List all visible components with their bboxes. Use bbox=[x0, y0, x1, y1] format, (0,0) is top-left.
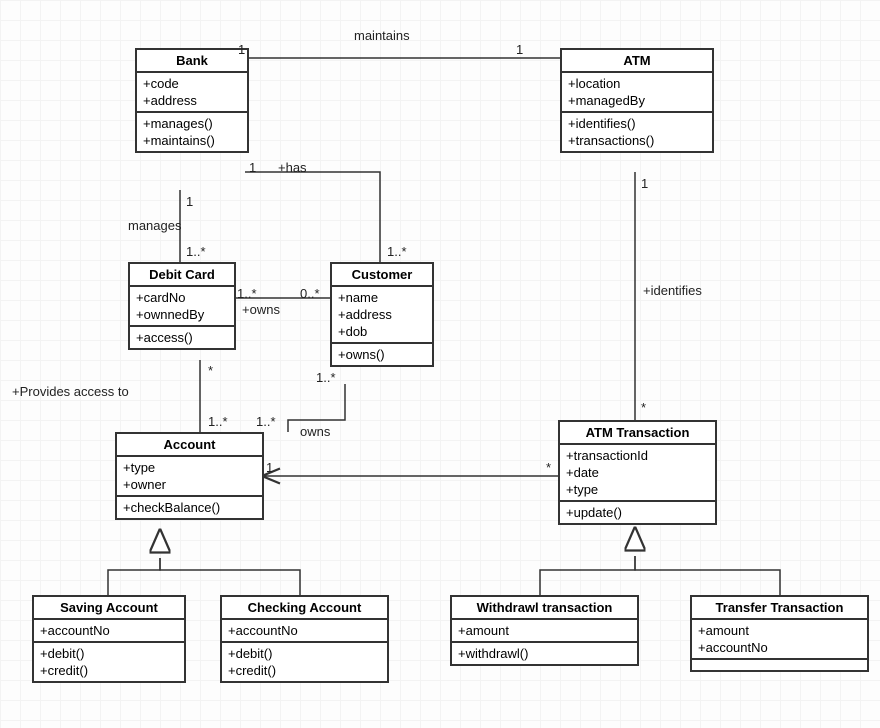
attr: +amount bbox=[698, 622, 861, 639]
multiplicity: 1..* bbox=[256, 414, 276, 429]
attr: +ownnedBy bbox=[136, 306, 228, 323]
class-customer: Customer +name +address +dob +owns() bbox=[330, 262, 434, 367]
attr: +type bbox=[566, 481, 709, 498]
attr: +cardNo bbox=[136, 289, 228, 306]
multiplicity: 1..* bbox=[208, 414, 228, 429]
operations: +access() bbox=[130, 327, 234, 348]
op: +update() bbox=[566, 504, 709, 521]
attr: +managedBy bbox=[568, 92, 706, 109]
attributes: +name +address +dob bbox=[332, 287, 432, 344]
class-withdrawl-transaction: Withdrawl transaction +amount +withdrawl… bbox=[450, 595, 639, 666]
multiplicity: 1..* bbox=[316, 370, 336, 385]
operations: +checkBalance() bbox=[117, 497, 262, 518]
multiplicity: 1..* bbox=[186, 244, 206, 259]
multiplicity: * bbox=[641, 400, 646, 415]
class-title: Bank bbox=[137, 50, 247, 73]
operations: +identifies() +transactions() bbox=[562, 113, 712, 151]
attr: +type bbox=[123, 459, 256, 476]
class-title: Debit Card bbox=[130, 264, 234, 287]
attributes: +location +managedBy bbox=[562, 73, 712, 113]
attr: +location bbox=[568, 75, 706, 92]
class-checking-account: Checking Account +accountNo +debit() +cr… bbox=[220, 595, 389, 683]
class-title: Account bbox=[117, 434, 262, 457]
class-title: ATM bbox=[562, 50, 712, 73]
class-transfer-transaction: Transfer Transaction +amount +accountNo bbox=[690, 595, 869, 672]
operations: +manages() +maintains() bbox=[137, 113, 247, 151]
class-account: Account +type +owner +checkBalance() bbox=[115, 432, 264, 520]
multiplicity: * bbox=[546, 460, 551, 475]
assoc-label: owns bbox=[300, 424, 330, 439]
op: +maintains() bbox=[143, 132, 241, 149]
op: +identifies() bbox=[568, 115, 706, 132]
op: +debit() bbox=[228, 645, 381, 662]
class-title: ATM Transaction bbox=[560, 422, 715, 445]
operations: +update() bbox=[560, 502, 715, 523]
assoc-label: +has bbox=[278, 160, 307, 175]
class-title: Transfer Transaction bbox=[692, 597, 867, 620]
attr: +name bbox=[338, 289, 426, 306]
class-title: Saving Account bbox=[34, 597, 184, 620]
attributes: +cardNo +ownnedBy bbox=[130, 287, 234, 327]
op: +manages() bbox=[143, 115, 241, 132]
multiplicity: 1..* bbox=[387, 244, 407, 259]
class-atm: ATM +location +managedBy +identifies() +… bbox=[560, 48, 714, 153]
multiplicity: 1 bbox=[516, 42, 523, 57]
multiplicity: 1 bbox=[266, 460, 273, 475]
op: +owns() bbox=[338, 346, 426, 363]
attr: +owner bbox=[123, 476, 256, 493]
op: +debit() bbox=[40, 645, 178, 662]
attr: +accountNo bbox=[228, 622, 381, 639]
multiplicity: 1 bbox=[186, 194, 193, 209]
class-title: Checking Account bbox=[222, 597, 387, 620]
multiplicity: 0..* bbox=[300, 286, 320, 301]
attributes: +type +owner bbox=[117, 457, 262, 497]
attributes: +accountNo bbox=[222, 620, 387, 643]
op: +credit() bbox=[40, 662, 178, 679]
op: +transactions() bbox=[568, 132, 706, 149]
class-title: Customer bbox=[332, 264, 432, 287]
op: +withdrawl() bbox=[458, 645, 631, 662]
assoc-label: +Provides access to bbox=[12, 384, 129, 399]
op: +checkBalance() bbox=[123, 499, 256, 516]
attributes: +transactionId +date +type bbox=[560, 445, 715, 502]
attributes: +amount +accountNo bbox=[692, 620, 867, 660]
assoc-label: +owns bbox=[242, 302, 280, 317]
class-debit-card: Debit Card +cardNo +ownnedBy +access() bbox=[128, 262, 236, 350]
class-atm-transaction: ATM Transaction +transactionId +date +ty… bbox=[558, 420, 717, 525]
attr: +accountNo bbox=[698, 639, 861, 656]
multiplicity: 1 bbox=[249, 160, 256, 175]
attr: +dob bbox=[338, 323, 426, 340]
attr: +transactionId bbox=[566, 447, 709, 464]
attr: +address bbox=[143, 92, 241, 109]
attributes: +amount bbox=[452, 620, 637, 643]
class-saving-account: Saving Account +accountNo +debit() +cred… bbox=[32, 595, 186, 683]
operations: +withdrawl() bbox=[452, 643, 637, 664]
uml-diagram: Bank +code +address +manages() +maintain… bbox=[0, 0, 880, 728]
multiplicity: 1 bbox=[238, 42, 245, 57]
operations bbox=[692, 660, 867, 670]
attributes: +accountNo bbox=[34, 620, 184, 643]
attr: +date bbox=[566, 464, 709, 481]
attributes: +code +address bbox=[137, 73, 247, 113]
operations: +owns() bbox=[332, 344, 432, 365]
operations: +debit() +credit() bbox=[222, 643, 387, 681]
attr: +amount bbox=[458, 622, 631, 639]
class-bank: Bank +code +address +manages() +maintain… bbox=[135, 48, 249, 153]
multiplicity: 1..* bbox=[237, 286, 257, 301]
operations: +debit() +credit() bbox=[34, 643, 184, 681]
attr: +address bbox=[338, 306, 426, 323]
class-title: Withdrawl transaction bbox=[452, 597, 637, 620]
op: +access() bbox=[136, 329, 228, 346]
assoc-label: +identifies bbox=[643, 283, 702, 298]
multiplicity: * bbox=[208, 363, 213, 378]
multiplicity: 1 bbox=[641, 176, 648, 191]
attr: +code bbox=[143, 75, 241, 92]
assoc-label: maintains bbox=[354, 28, 410, 43]
assoc-label: manages bbox=[128, 218, 181, 233]
attr: +accountNo bbox=[40, 622, 178, 639]
op: +credit() bbox=[228, 662, 381, 679]
